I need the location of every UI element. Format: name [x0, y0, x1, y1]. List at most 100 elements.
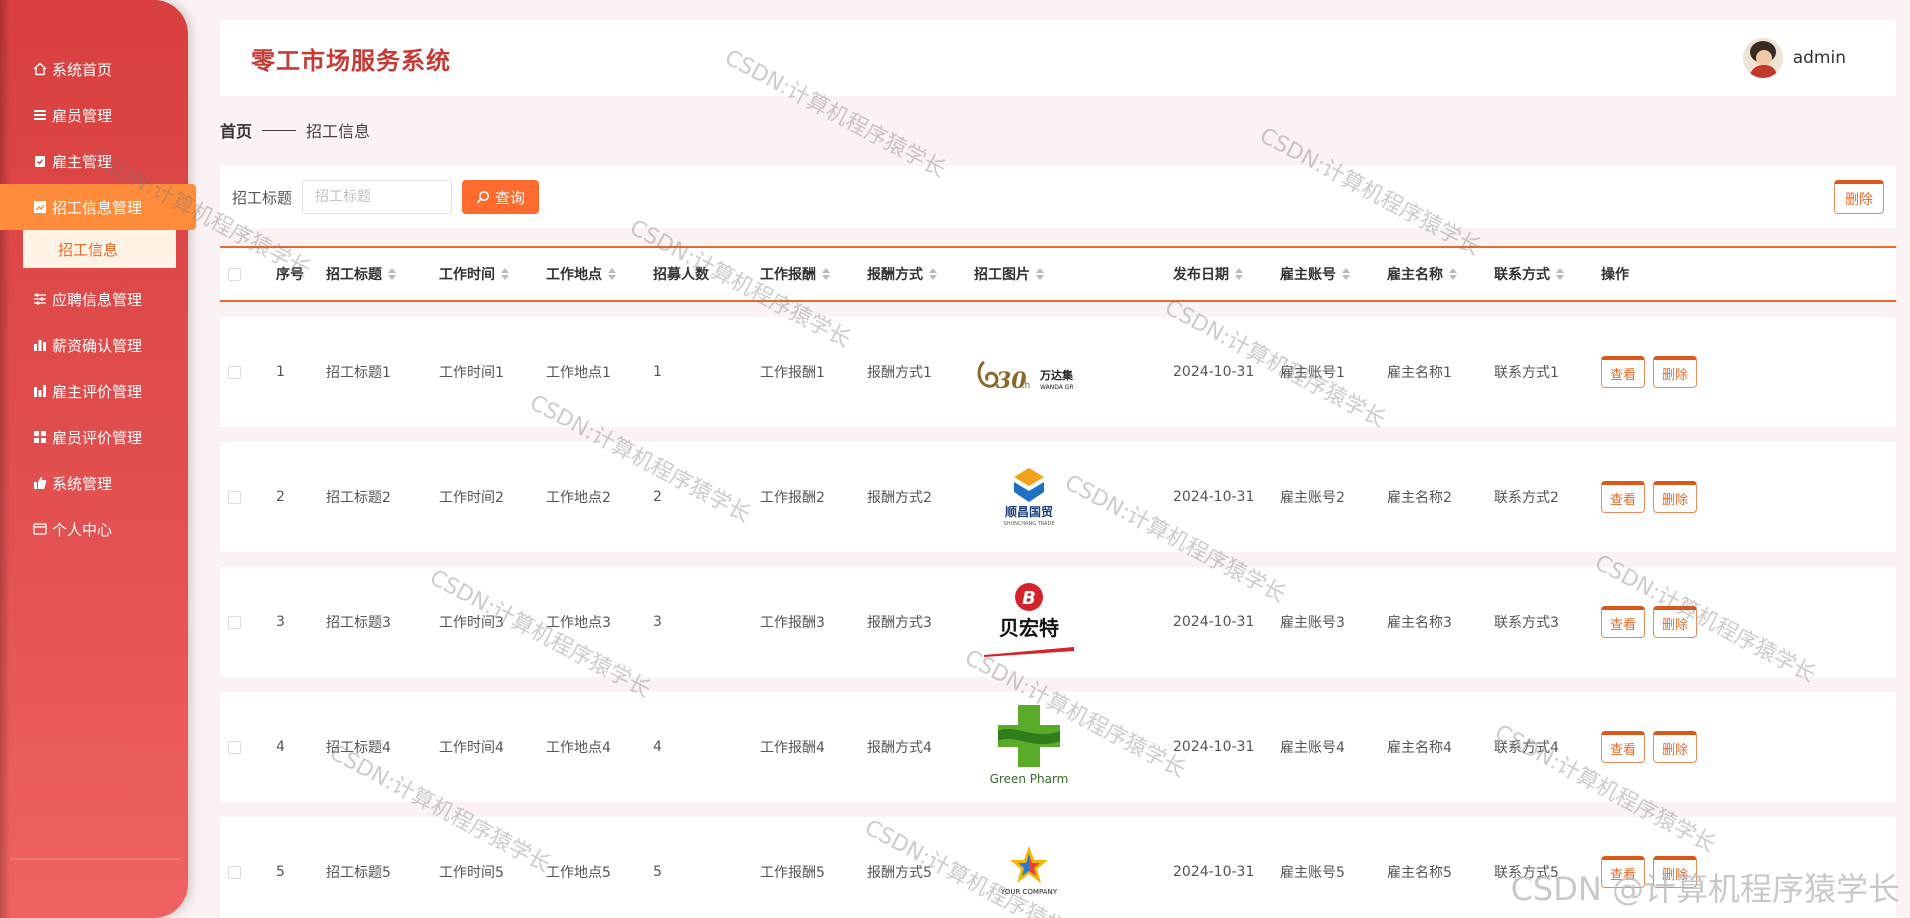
yourcompany-logo[interactable]: YOUR COMPANY [974, 828, 1084, 916]
breadcrumb: 首页 招工信息 [220, 118, 370, 142]
cell-account: 雇主账号1 [1280, 365, 1345, 381]
beihongte-logo-cn: 贝宏特 [999, 616, 1059, 640]
sort-icon[interactable] [1235, 268, 1243, 280]
sort-icon[interactable] [1449, 268, 1457, 280]
batch-delete-button[interactable]: 删除 [1834, 180, 1884, 214]
cell-image: 顺昌国贸 SHUNCHANG TRADE [974, 453, 1173, 541]
beihongte-logo[interactable]: B 贝宏特 [974, 578, 1084, 666]
sidebar-menu: 系统首页 雇员管理 雇主管理 招工信息管理 招工信息 应聘信息管理 薪资确认管理… [0, 46, 196, 552]
row-checkbox[interactable] [228, 365, 241, 379]
view-button[interactable]: 查看 [1601, 481, 1646, 513]
row-checkbox[interactable] [228, 490, 241, 504]
sidebar-item-system[interactable]: 系统管理 [0, 460, 188, 506]
delete-button[interactable]: 删除 [1653, 606, 1698, 638]
cell-place: 工作地点2 [546, 490, 611, 506]
user-info[interactable]: admin [1742, 38, 1846, 78]
cell-count: 1 [653, 364, 662, 380]
header-count[interactable]: 招募人数 [653, 264, 760, 284]
cell-count: 5 [653, 864, 662, 880]
wanda-logo-cn: 万达集 [1039, 368, 1074, 382]
sidebar-item-home[interactable]: 系统首页 [0, 46, 188, 92]
sidebar-item-applications[interactable]: 应聘信息管理 [0, 276, 188, 322]
thumb-icon [32, 475, 48, 491]
row-select-cell [220, 490, 276, 504]
cell-account: 雇主账号4 [1280, 740, 1345, 756]
home-icon [32, 61, 48, 77]
delete-button[interactable]: 删除 [1653, 731, 1698, 763]
cell-contact: 联系方式2 [1494, 490, 1559, 506]
cell-title: 招工标题1 [326, 365, 391, 381]
cell-no: 5 [276, 864, 285, 880]
select-all-checkbox[interactable] [228, 267, 241, 281]
row-checkbox[interactable] [228, 865, 241, 879]
table-row: 3 招工标题3 工作时间3 工作地点3 3 工作报酬3 报酬方式3 B 贝宏特 … [220, 567, 1896, 677]
query-button[interactable]: 查询 [462, 180, 540, 214]
header-contact[interactable]: 联系方式 [1494, 264, 1601, 284]
sort-icon[interactable] [388, 268, 396, 280]
cell-date: 2024-10-31 [1173, 489, 1255, 505]
view-button[interactable]: 查看 [1601, 606, 1646, 638]
breadcrumb-home[interactable]: 首页 [220, 118, 252, 142]
view-button[interactable]: 查看 [1601, 856, 1646, 888]
sidebar-item-employers[interactable]: 雇主管理 [0, 138, 188, 184]
cell-no: 4 [276, 739, 285, 755]
cell-no: 2 [276, 489, 285, 505]
cell-image: YOUR COMPANY [974, 828, 1173, 916]
header-title[interactable]: 招工标题 [326, 264, 439, 284]
avatar[interactable] [1742, 38, 1783, 78]
header-label: 发布日期 [1173, 267, 1229, 283]
cell-actions: 查看 删除 [1601, 606, 1761, 638]
svg-text:B: B [1022, 588, 1036, 609]
row-checkbox[interactable] [228, 740, 241, 754]
sidebar-item-employee-review[interactable]: 雇员评价管理 [0, 414, 188, 460]
header-date[interactable]: 发布日期 [1173, 264, 1280, 284]
delete-button[interactable]: 删除 [1653, 481, 1698, 513]
sort-icon[interactable] [1036, 268, 1044, 280]
sort-icon[interactable] [929, 268, 937, 280]
cell-time: 工作时间4 [439, 740, 504, 756]
list-icon [32, 107, 48, 123]
breadcrumb-current: 招工信息 [306, 122, 371, 141]
sort-icon[interactable] [608, 268, 616, 280]
sort-icon[interactable] [501, 268, 509, 280]
sidebar-item-profile[interactable]: 个人中心 [0, 506, 188, 552]
system-title: 零工市场服务系统 [251, 46, 451, 75]
view-button[interactable]: 查看 [1601, 731, 1646, 763]
sort-icon[interactable] [1556, 268, 1564, 280]
sidebar-item-label: 系统管理 [52, 474, 113, 493]
row-select-cell [220, 365, 276, 379]
sidebar-item-employer-review[interactable]: 雇主评价管理 [0, 368, 188, 414]
header-label: 联系方式 [1494, 267, 1550, 283]
sidebar-item-label: 招工信息管理 [52, 198, 143, 217]
greenpharm-logo[interactable]: Green Pharm [974, 703, 1084, 791]
header-image[interactable]: 招工图片 [974, 264, 1173, 284]
shunchang-logo[interactable]: 顺昌国贸 SHUNCHANG TRADE [974, 453, 1084, 541]
view-button[interactable]: 查看 [1601, 356, 1646, 388]
header-place[interactable]: 工作地点 [546, 264, 653, 284]
cell-pay: 工作报酬3 [760, 615, 825, 631]
sidebar-item-label: 系统首页 [52, 60, 113, 79]
header-account[interactable]: 雇主账号 [1280, 264, 1387, 284]
sidebar-item-employees[interactable]: 雇员管理 [0, 92, 188, 138]
table-row: 5 招工标题5 工作时间5 工作地点5 5 工作报酬5 报酬方式5 YOUR C… [220, 817, 1896, 918]
delete-button[interactable]: 删除 [1653, 356, 1698, 388]
cell-actions: 查看 删除 [1601, 856, 1761, 888]
cell-count: 3 [653, 614, 662, 630]
sort-icon[interactable] [1342, 268, 1350, 280]
sidebar-item-recruit-info[interactable]: 招工信息管理 [0, 184, 196, 230]
header-pay-type[interactable]: 报酬方式 [867, 264, 974, 284]
sort-icon[interactable] [822, 268, 830, 280]
row-checkbox[interactable] [228, 615, 241, 629]
header-name[interactable]: 雇主名称 [1387, 264, 1494, 284]
wanda-logo[interactable]: 30 th 万达集 WANDA GR [974, 328, 1084, 416]
table-header: 序号 招工标题 工作时间 工作地点 招募人数 工作报酬 报酬方式 招工图片 发布… [220, 246, 1896, 302]
delete-button[interactable]: 删除 [1653, 856, 1698, 888]
sidebar-item-salary[interactable]: 薪资确认管理 [0, 322, 188, 368]
search-input[interactable] [302, 180, 453, 214]
cell-pay-type: 报酬方式2 [867, 490, 932, 506]
sidebar-divider [10, 858, 180, 860]
submenu-recruit-info[interactable]: 招工信息 [23, 230, 176, 268]
header-pay[interactable]: 工作报酬 [760, 264, 867, 284]
header-time[interactable]: 工作时间 [439, 264, 546, 284]
bar-chart-icon [32, 337, 48, 353]
